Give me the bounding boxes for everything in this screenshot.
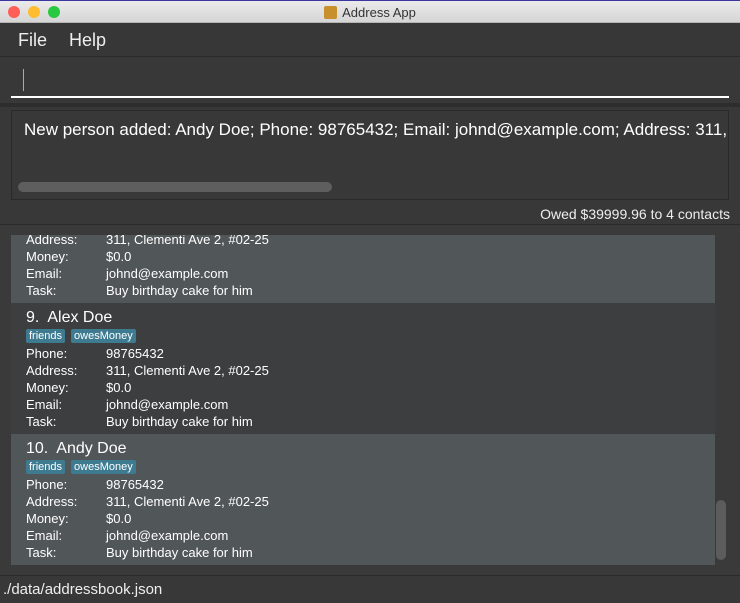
person-name-text: Andy Doe	[56, 440, 127, 457]
command-box[interactable]	[0, 57, 740, 103]
email-row: Email: johnd@example.com	[26, 266, 228, 281]
result-text: New person added: Andy Doe; Phone: 98765…	[24, 120, 728, 139]
email-value: johnd@example.com	[106, 397, 229, 412]
person-card[interactable]: 9. Alex Doe friends owesMoney Phone: 9876543…	[11, 303, 715, 434]
tag-list: friends owesMoney	[26, 460, 136, 474]
money-row: Money: $0.0	[26, 249, 131, 264]
menu-file[interactable]: File	[18, 30, 47, 51]
file-path: ./data/addressbook.json	[3, 581, 163, 598]
result-display: New person added: Andy Doe; Phone: 98765…	[11, 110, 729, 200]
address-value: 311, Clementi Ave 2, #02-25	[106, 363, 269, 378]
money-label: Money:	[26, 249, 69, 264]
email-label: Email:	[26, 528, 63, 543]
person-name: 9. Alex Doe	[26, 309, 112, 327]
email-value: johnd@example.com	[106, 528, 229, 543]
person-name-text: Alex Doe	[47, 309, 113, 326]
phone-value: 98765432	[106, 477, 164, 492]
command-underline	[11, 96, 729, 98]
money-value: $0.0	[106, 511, 132, 526]
window-title: Address App	[0, 5, 740, 20]
money-value: $0.0	[106, 249, 132, 264]
app-icon	[324, 6, 338, 19]
person-list: 8. Address:311, Clementi Ave 2, #02-25Mo…	[11, 235, 715, 565]
money-label: Money:	[26, 380, 69, 395]
address-value: 311, Clementi Ave 2, #02-25	[106, 494, 269, 509]
person-card[interactable]: 8. Address:311, Clementi Ave 2, #02-25Mo…	[11, 235, 715, 303]
email-label: Email:	[26, 266, 63, 281]
task-row: Task: Buy birthday cake for him	[26, 283, 253, 298]
person-name: 10. Andy Doe	[26, 440, 127, 458]
horizontal-scrollbar[interactable]	[18, 182, 332, 192]
money-row: Money: $0.0	[26, 380, 131, 395]
person-card[interactable]: 10. Andy Doe friends owesMoney Phone: 987654…	[11, 434, 715, 565]
money-value: $0.0	[106, 380, 132, 395]
address-label: Address:	[26, 235, 78, 247]
tag-owesMoney: owesMoney	[71, 329, 136, 343]
email-label: Email:	[26, 397, 63, 412]
phone-row: Phone: 98765432	[26, 346, 164, 361]
vertical-scrollbar[interactable]	[716, 500, 726, 560]
address-label: Address:	[26, 494, 78, 509]
title-bar: Address App	[0, 0, 740, 23]
tag-list: friends owesMoney	[26, 329, 136, 343]
address-row: Address: 311, Clementi Ave 2, #02-25	[26, 235, 269, 247]
phone-label: Phone:	[26, 346, 68, 361]
task-label: Task:	[26, 545, 57, 560]
email-row: Email: johnd@example.com	[26, 528, 228, 543]
phone-value: 98765432	[106, 346, 164, 361]
email-row: Email: johnd@example.com	[26, 397, 228, 412]
task-value: Buy birthday cake for him	[106, 414, 253, 429]
money-row: Money: $0.0	[26, 511, 131, 526]
menu-bar: File Help	[0, 23, 740, 57]
window-title-text: Address App	[342, 5, 416, 20]
tag-friends: friends	[26, 460, 66, 474]
phone-row: Phone: 98765432	[26, 477, 164, 492]
tag-owesMoney: owesMoney	[71, 460, 136, 474]
task-value: Buy birthday cake for him	[106, 283, 253, 298]
text-caret	[23, 69, 24, 91]
address-row: Address: 311, Clementi Ave 2, #02-25	[26, 363, 269, 378]
result-panel: New person added: Andy Doe; Phone: 98765…	[0, 103, 740, 225]
task-value: Buy birthday cake for him	[106, 545, 253, 560]
task-label: Task:	[26, 283, 57, 298]
money-label: Money:	[26, 511, 69, 526]
email-value: johnd@example.com	[106, 266, 229, 281]
task-row: Task: Buy birthday cake for him	[26, 545, 253, 560]
phone-label: Phone:	[26, 477, 68, 492]
owed-summary: Owed $39999.96 to 4 contacts	[540, 206, 730, 222]
person-index: 10.	[26, 440, 49, 457]
address-row: Address: 311, Clementi Ave 2, #02-25	[26, 494, 269, 509]
task-row: Task: Buy birthday cake for him	[26, 414, 253, 429]
status-bar-footer: ./data/addressbook.json	[0, 575, 740, 603]
menu-help[interactable]: Help	[69, 30, 106, 51]
task-label: Task:	[26, 414, 57, 429]
tag-friends: friends	[26, 329, 66, 343]
person-index: 9.	[26, 309, 40, 326]
address-value: 311, Clementi Ave 2, #02-25	[106, 235, 269, 247]
address-label: Address:	[26, 363, 78, 378]
